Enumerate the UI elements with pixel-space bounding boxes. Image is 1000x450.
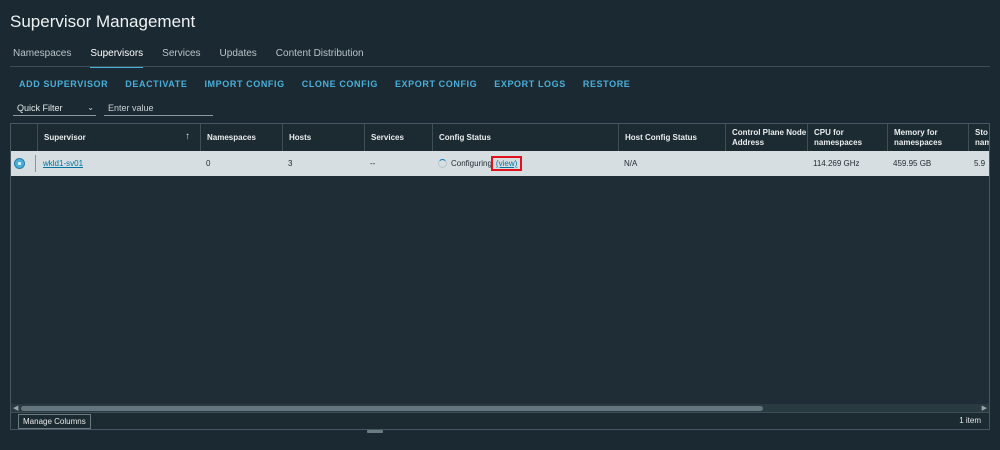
view-config-link[interactable]: (view)	[490, 156, 523, 171]
column-header-cpu[interactable]: CPU for namespaces	[807, 124, 887, 151]
quick-filter-label: Quick Filter	[17, 102, 63, 113]
tab-updates[interactable]: Updates	[220, 48, 257, 68]
table-row[interactable]: wkld1-sv01 0 3 -- Configuring (view) N/A…	[11, 151, 989, 176]
chevron-down-icon: ⌄	[87, 103, 94, 112]
scroll-left-icon[interactable]: ◀	[13, 404, 18, 412]
cell-namespaces: 0	[206, 159, 211, 168]
restore-button[interactable]: RESTORE	[583, 79, 631, 89]
deactivate-button[interactable]: DEACTIVATE	[125, 79, 187, 89]
scrollbar-thumb[interactable]	[21, 406, 763, 411]
row-divider	[35, 155, 36, 172]
cell-config-status: Configuring (view)	[432, 151, 618, 176]
manage-columns-button[interactable]: Manage Columns	[18, 414, 91, 429]
column-header-supervisor[interactable]: Supervisor ↑	[37, 124, 200, 151]
tab-divider	[10, 66, 990, 67]
tab-content-distribution[interactable]: Content Distribution	[276, 48, 364, 68]
column-header-namespaces[interactable]: Namespaces	[200, 124, 282, 151]
column-header-services[interactable]: Services	[364, 124, 432, 151]
cell-storage: 5.9	[974, 159, 986, 168]
export-logs-button[interactable]: EXPORT LOGS	[494, 79, 566, 89]
clone-config-button[interactable]: CLONE CONFIG	[302, 79, 378, 89]
resize-handle[interactable]	[367, 430, 383, 433]
column-header-control-plane-node-address[interactable]: Control Plane Node Address	[725, 124, 807, 151]
item-count: 1 item	[959, 416, 981, 425]
page-title: Supervisor Management	[10, 12, 196, 31]
supervisors-table: Supervisor ↑ Namespaces Hosts Services C…	[10, 123, 990, 430]
export-config-button[interactable]: EXPORT CONFIG	[395, 79, 477, 89]
row-select-radio[interactable]	[15, 159, 24, 168]
cell-control-plane-node-address	[725, 151, 807, 176]
config-status-text: Configuring	[451, 159, 492, 168]
column-header-host-config-status[interactable]: Host Config Status	[618, 124, 725, 151]
spinner-icon	[438, 159, 447, 168]
cell-cpu: 114.269 GHz	[813, 159, 860, 168]
supervisor-link[interactable]: wkld1-sv01	[43, 159, 83, 168]
cell-host-config-status: N/A	[624, 159, 638, 168]
table-header: Supervisor ↑ Namespaces Hosts Services C…	[11, 124, 989, 152]
table-footer: Manage Columns 1 item	[11, 412, 989, 429]
tab-services[interactable]: Services	[162, 48, 200, 68]
cell-hosts: 3	[288, 159, 293, 168]
cell-services: --	[370, 159, 376, 168]
tab-namespaces[interactable]: Namespaces	[13, 48, 71, 68]
add-supervisor-button[interactable]: ADD SUPERVISOR	[19, 79, 108, 89]
tab-supervisors[interactable]: Supervisors	[90, 48, 144, 68]
import-config-button[interactable]: IMPORT CONFIG	[204, 79, 284, 89]
scroll-right-icon[interactable]: ▶	[982, 404, 987, 412]
filter-value-input[interactable]	[104, 100, 213, 116]
column-header-storage[interactable]: Sto nam	[968, 124, 989, 151]
quick-filter-select[interactable]: Quick Filter ⌄	[13, 100, 96, 116]
column-header-config-status[interactable]: Config Status	[432, 124, 618, 151]
tab-bar: Namespaces Supervisors Services Updates …	[13, 48, 383, 68]
action-bar: ADD SUPERVISOR DEACTIVATE IMPORT CONFIG …	[19, 79, 647, 89]
cell-memory: 459.95 GB	[893, 159, 932, 168]
sort-ascending-icon[interactable]: ↑	[185, 132, 190, 142]
column-header-memory[interactable]: Memory for namespaces	[887, 124, 968, 151]
column-header-hosts[interactable]: Hosts	[282, 124, 364, 151]
